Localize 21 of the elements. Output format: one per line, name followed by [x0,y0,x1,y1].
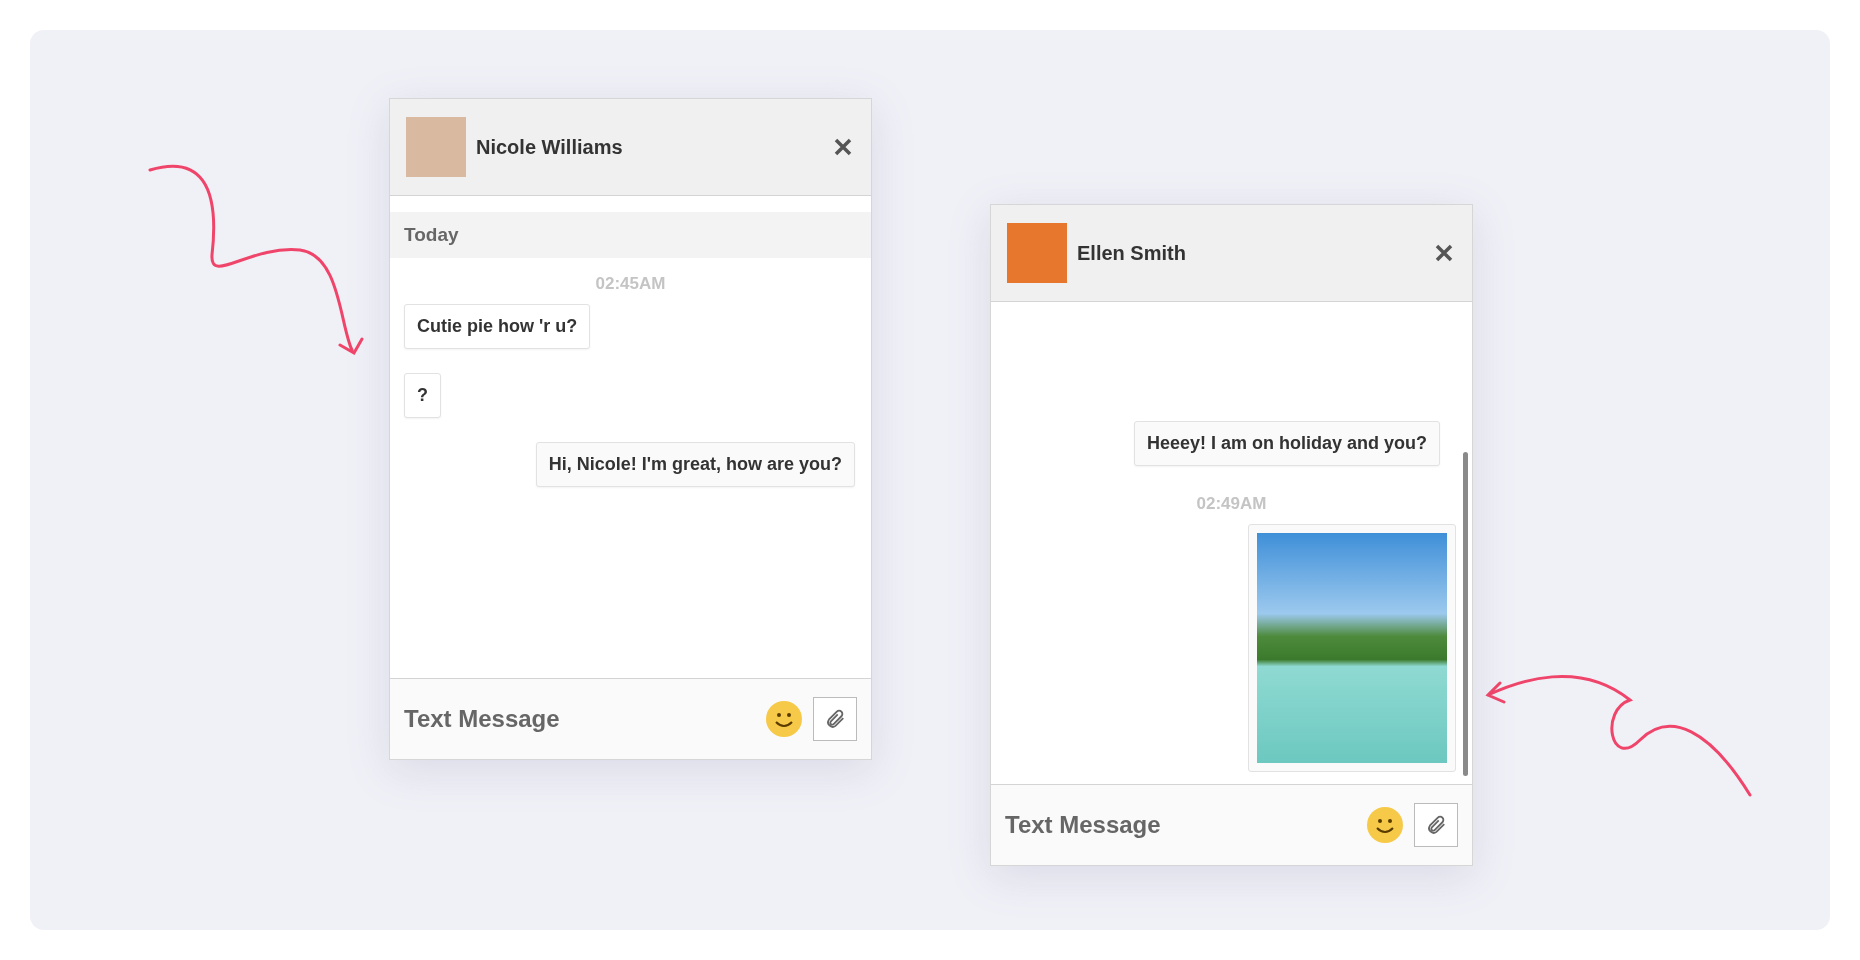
sent-message: Heeey! I am on holiday and you? [1133,421,1440,466]
message-input[interactable]: Text Message [1003,810,1356,840]
avatar-photo-placeholder [1007,223,1067,283]
contact-name: Ellen Smith [1077,241,1187,265]
message-input[interactable]: Text Message [402,704,755,734]
paperclip-icon [1425,814,1447,836]
smiley-icon[interactable] [765,700,803,738]
avatar-photo-placeholder [406,117,466,177]
smiley-icon[interactable] [1366,806,1404,844]
message-timestamp: 02:45AM [595,274,666,294]
attach-button[interactable] [1414,803,1458,847]
contact-name: Nicole Williams [476,135,624,159]
sent-message: Hi, Nicole! I'm great, how are you? [535,442,855,487]
received-message: ? [404,373,441,418]
scrollbar[interactable] [1463,452,1468,776]
paperclip-icon [824,708,846,730]
message-timestamp: 02:49AM [1196,494,1267,514]
message-composer[interactable]: Text Message [991,784,1472,865]
message-composer[interactable]: Text Message [390,678,871,759]
received-message: Cutie pie how 'r u? [404,304,591,349]
attach-button[interactable] [813,697,857,741]
